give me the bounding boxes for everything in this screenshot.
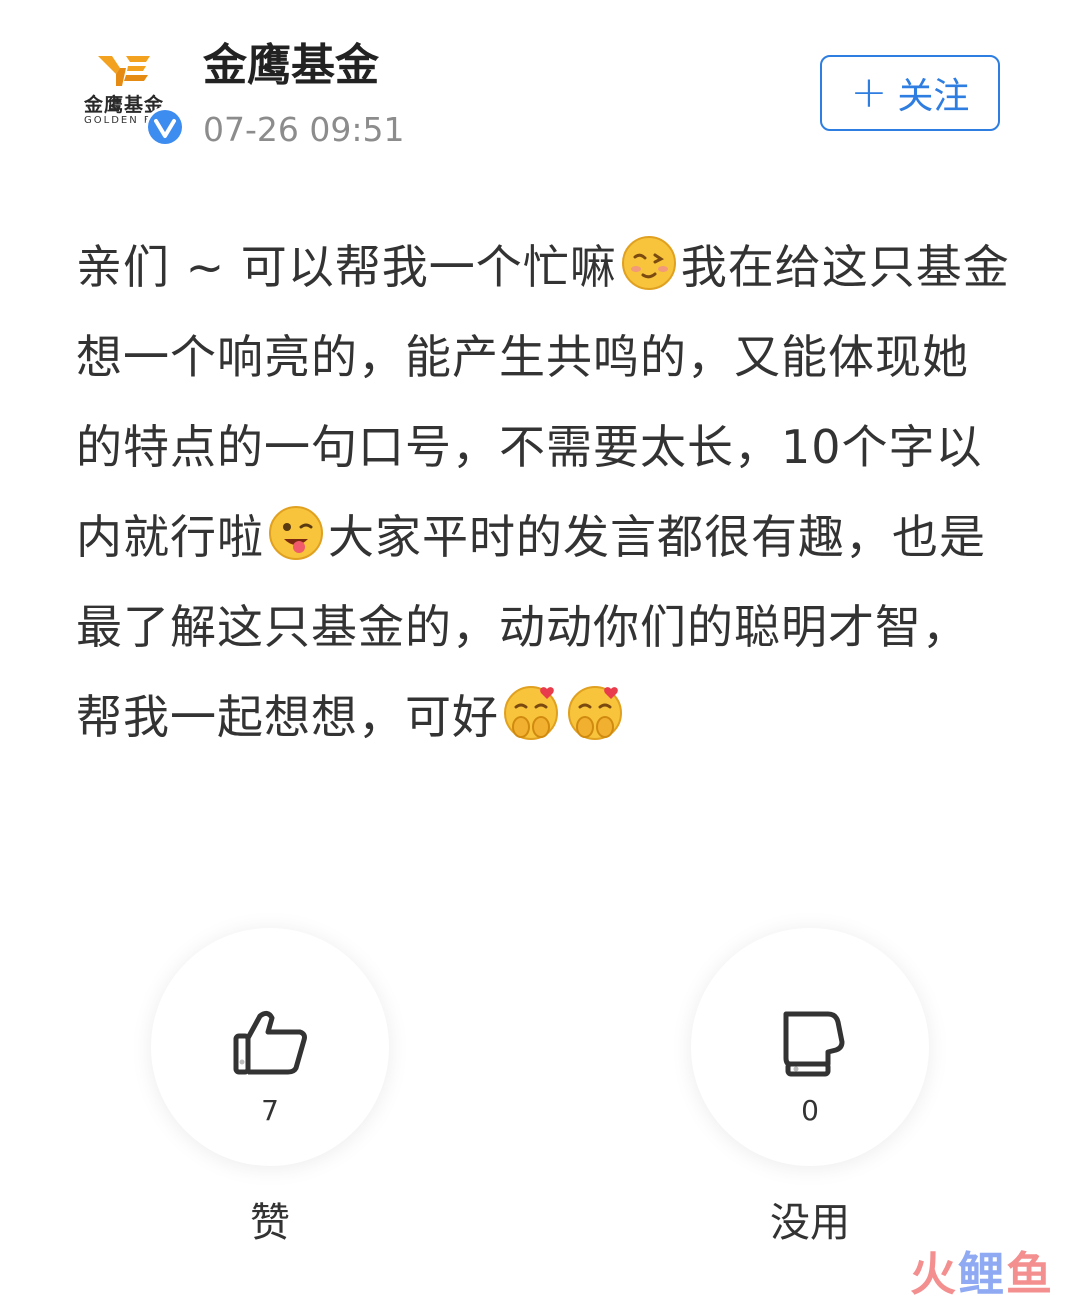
wink-tongue-emoji <box>269 506 323 560</box>
post-text-segment: 亲们 ~ 可以帮我一个忙嘛 <box>76 240 617 294</box>
thumbs-up-icon <box>233 1010 307 1075</box>
useless-count: 0 <box>801 1094 819 1127</box>
useless-button[interactable]: 0 <box>691 928 929 1166</box>
like-button[interactable]: 7 <box>151 928 389 1166</box>
watermark-part: 鱼 <box>1006 1247 1054 1301</box>
like-label: 赞 <box>250 1200 290 1246</box>
shy-heart-emoji <box>568 686 622 740</box>
useless-label: 没用 <box>770 1200 850 1246</box>
post-timestamp: 07-26 09:51 <box>203 110 405 149</box>
golden-eagle-logo-icon <box>98 56 150 86</box>
watermark-part: 火 <box>910 1247 958 1301</box>
watermark-logo: 火鲤鱼 <box>910 1238 1054 1304</box>
verified-check-icon <box>145 107 185 147</box>
author-name[interactable]: 金鹰基金 <box>203 38 379 94</box>
smirk-face-emoji <box>621 236 676 290</box>
shy-heart-emoji <box>504 686 558 740</box>
post-header: 金鹰基金 GOLDEN EAGLE 金鹰基金 07-26 09:51 + 关注 <box>0 0 1080 180</box>
watermark-part: 鲤 <box>958 1247 1006 1301</box>
plus-icon: + <box>850 67 888 118</box>
post-content: 亲们 ~ 可以帮我一个忙嘛 我在给这只基金想一个响亮的，能产生共鸣的，又能体现她… <box>76 222 1011 762</box>
follow-button[interactable]: + 关注 <box>820 55 1000 131</box>
like-count: 7 <box>261 1094 279 1127</box>
follow-button-label: 关注 <box>897 76 970 117</box>
thumbs-down-icon <box>783 1011 845 1077</box>
